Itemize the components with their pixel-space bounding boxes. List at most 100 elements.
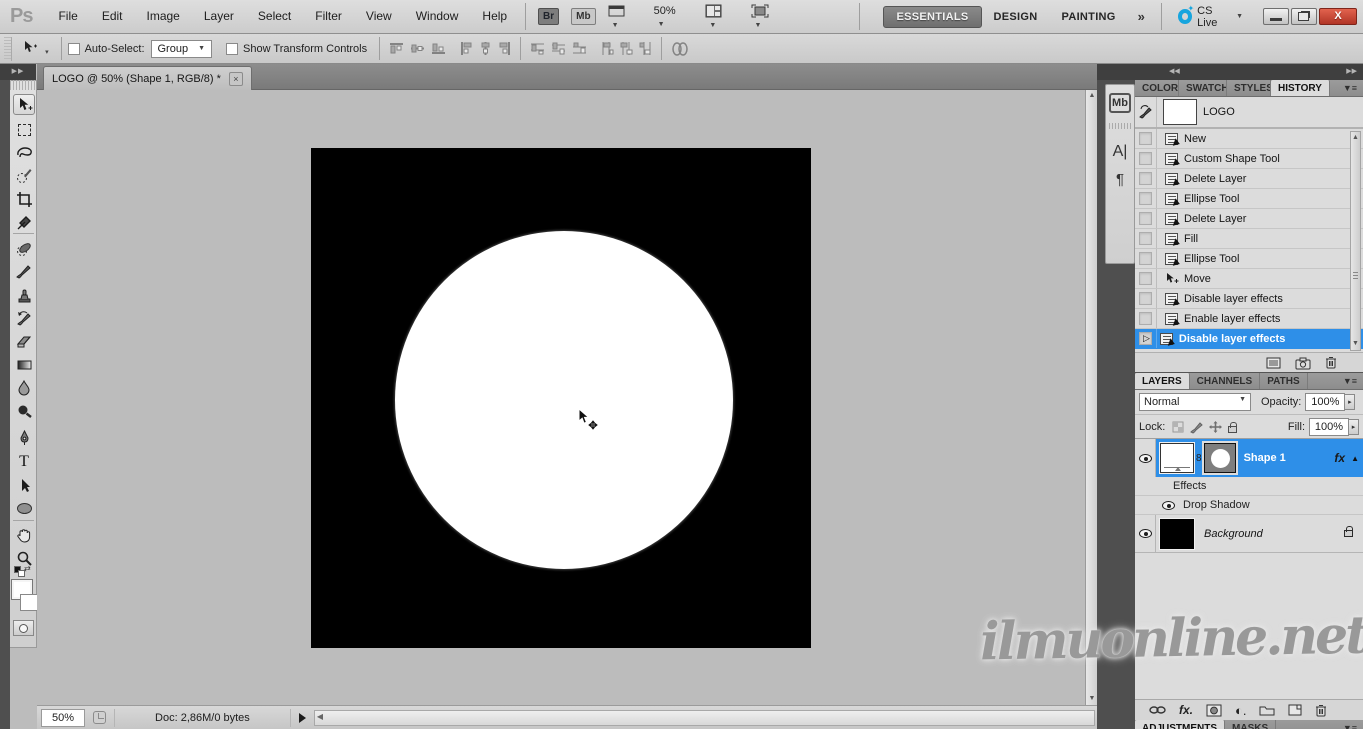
tool-move[interactable] <box>13 94 35 115</box>
tool-rectangular-marquee[interactable] <box>13 119 35 140</box>
lock-all-icon[interactable] <box>1228 426 1237 433</box>
options-grip[interactable] <box>4 37 12 61</box>
layer-row-shape1[interactable]: 8 Shape 1 fx ▲ <box>1135 439 1363 477</box>
fill-field[interactable]: 100% <box>1309 418 1349 436</box>
history-state-selected[interactable]: ▷Disable layer effects <box>1135 329 1363 349</box>
visibility-toggle[interactable] <box>1135 515 1156 552</box>
tool-ellipse-shape[interactable] <box>13 498 35 519</box>
restore-button[interactable] <box>1291 8 1317 25</box>
history-snapshot-row[interactable]: LOGO <box>1135 97 1363 129</box>
history-state[interactable]: Ellipse Tool <box>1135 249 1363 269</box>
tab-channels[interactable]: CHANNELS <box>1190 373 1261 389</box>
show-transform-controls-checkbox[interactable] <box>226 43 238 55</box>
move-tool-preset[interactable]: ▾ <box>22 40 49 57</box>
tab-swatches[interactable]: SWATCH <box>1179 80 1227 96</box>
add-layer-style-icon[interactable]: fx. <box>1179 703 1193 717</box>
tool-history-brush[interactable] <box>13 308 35 329</box>
align-right-edges-icon[interactable] <box>498 41 511 56</box>
white-circle-shape[interactable] <box>395 231 733 569</box>
auto-align-layers-icon[interactable] <box>671 42 689 56</box>
distribute-top-edges-icon[interactable] <box>530 42 545 55</box>
distribute-bottom-edges-icon[interactable] <box>572 42 587 55</box>
new-document-from-state-icon[interactable] <box>1266 357 1281 369</box>
history-state[interactable]: Move <box>1135 269 1363 289</box>
horizontal-scrollbar[interactable]: ◀ <box>314 710 1095 726</box>
tools-panel-grip[interactable] <box>10 80 37 90</box>
layer-effects-fx-badge[interactable]: fx <box>1334 451 1345 465</box>
auto-select-checkbox[interactable] <box>68 43 80 55</box>
panel-menu-icon[interactable]: ▼≡ <box>1343 720 1363 729</box>
layer-name[interactable]: Shape 1 <box>1244 452 1286 464</box>
background-layer-thumbnail[interactable] <box>1160 519 1194 549</box>
default-colors-icon[interactable]: ⇄ <box>14 566 30 578</box>
menu-filter[interactable]: Filter <box>303 0 354 33</box>
lock-transparency-icon[interactable] <box>1172 421 1184 433</box>
new-snapshot-icon[interactable] <box>1295 357 1311 369</box>
auto-select-target-dropdown[interactable]: Group ▼ <box>151 40 213 58</box>
menu-layer[interactable]: Layer <box>192 0 246 33</box>
history-state[interactable]: New <box>1135 129 1363 149</box>
effect-visibility-toggle[interactable] <box>1135 496 1177 514</box>
delete-layer-trash-icon[interactable] <box>1315 704 1327 717</box>
new-adjustment-layer-icon[interactable]: ◐. <box>1235 703 1246 718</box>
tool-horizontal-type[interactable]: T <box>13 451 35 472</box>
scroll-down-icon[interactable]: ▼ <box>1351 338 1360 350</box>
blend-mode-dropdown[interactable]: Normal ▼ <box>1139 393 1251 411</box>
opacity-field[interactable]: 100% <box>1305 393 1345 411</box>
status-zoom-field[interactable]: 50% <box>41 709 85 727</box>
distribute-left-edges-icon[interactable] <box>601 41 614 56</box>
align-top-edges-icon[interactable] <box>389 42 404 55</box>
new-group-folder-icon[interactable] <box>1259 704 1275 716</box>
scroll-up-icon[interactable]: ▲ <box>1351 132 1360 144</box>
tab-styles[interactable]: STYLES <box>1227 80 1271 96</box>
tool-clone-stamp[interactable] <box>13 285 35 306</box>
delete-state-trash-icon[interactable] <box>1325 356 1337 369</box>
tool-path-selection[interactable] <box>13 475 35 496</box>
screen-mode-button[interactable]: ▼ <box>751 4 781 30</box>
background-color-swatch[interactable] <box>20 594 38 611</box>
history-state[interactable]: Delete Layer <box>1135 209 1363 229</box>
tab-paths[interactable]: PATHS <box>1260 373 1307 389</box>
align-bottom-edges-icon[interactable] <box>431 42 446 55</box>
history-state[interactable]: Disable layer effects <box>1135 289 1363 309</box>
distribute-horizontal-centers-icon[interactable] <box>620 41 633 56</box>
panel-menu-icon[interactable]: ▼≡ <box>1343 373 1363 389</box>
visibility-toggle[interactable] <box>1135 439 1156 477</box>
scroll-left-icon[interactable]: ◀ <box>317 712 323 721</box>
align-horizontal-centers-icon[interactable] <box>479 41 492 56</box>
vector-mask-thumbnail[interactable] <box>1204 443 1236 473</box>
tool-blur[interactable] <box>13 377 35 398</box>
workspace-overflow-chevron[interactable]: » <box>1128 9 1155 24</box>
tool-eyedropper[interactable] <box>13 212 35 233</box>
document-canvas[interactable] <box>311 148 811 648</box>
tool-brush[interactable] <box>13 261 35 282</box>
lock-pixels-brush-icon[interactable] <box>1190 421 1203 433</box>
workspace-essentials[interactable]: ESSENTIALS <box>883 6 981 28</box>
paragraph-panel-button[interactable]: ¶ <box>1109 171 1131 188</box>
menu-image[interactable]: Image <box>135 0 192 33</box>
tool-eraser[interactable] <box>13 331 35 352</box>
menu-file[interactable]: File <box>46 0 89 33</box>
history-scrollbar[interactable]: ▲ ▼ <box>1350 131 1361 351</box>
tool-spot-healing-brush[interactable] <box>13 238 35 259</box>
history-state[interactable]: Enable layer effects <box>1135 309 1363 329</box>
tab-adjustments[interactable]: ADJUSTMENTS <box>1135 720 1225 729</box>
workspace-design[interactable]: DESIGN <box>982 7 1050 27</box>
menu-window[interactable]: Window <box>404 0 471 33</box>
menu-edit[interactable]: Edit <box>90 0 135 33</box>
distribute-right-edges-icon[interactable] <box>639 41 652 56</box>
shape-layer-thumbnail[interactable] <box>1160 443 1194 473</box>
expand-panels-icon[interactable]: ▶▶ <box>1346 64 1357 80</box>
character-panel-button[interactable]: A| <box>1109 143 1131 161</box>
menu-view[interactable]: View <box>354 0 404 33</box>
tool-lasso[interactable] <box>13 142 35 163</box>
close-button[interactable]: X <box>1319 8 1357 25</box>
status-flyout-icon[interactable] <box>299 713 306 723</box>
scrollbar-thumb[interactable] <box>1353 272 1358 280</box>
arrange-documents-button[interactable]: ▼ <box>705 4 734 30</box>
fill-spinner-icon[interactable]: ▸ <box>1349 419 1359 435</box>
collapse-effects-icon[interactable]: ▲ <box>1351 454 1359 463</box>
document-tab[interactable]: LOGO @ 50% (Shape 1, RGB/8) * × <box>43 66 252 90</box>
zoom-level-button[interactable]: 50% ▼ <box>654 5 688 29</box>
layer-row-background[interactable]: Background <box>1135 515 1363 553</box>
